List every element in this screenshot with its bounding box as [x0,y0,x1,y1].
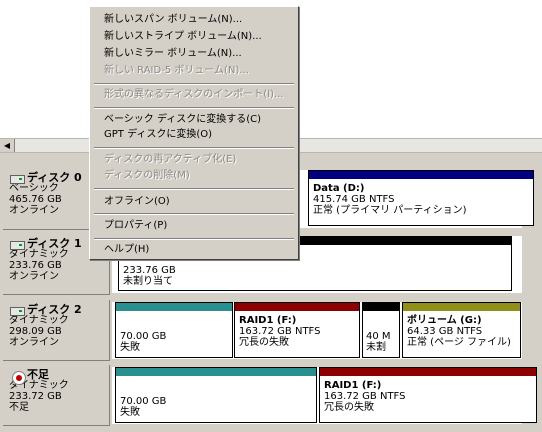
volume-text: 70.00 GB 失敗 [120,396,166,418]
menu-item-help[interactable]: ヘルプ(H) [104,244,149,256]
disk-header-missing[interactable]: 不足 ダイナミック 233.72 GB 不足 [3,365,110,426]
volume-raid1-f[interactable]: RAID1 (F:) 163.72 GB NTFS 冗長の失敗 [319,367,537,423]
menu-item-new-striped-volume[interactable]: 新しいストライプ ボリューム(N)... [104,31,262,43]
volume-name: RAID1 (F:) [239,315,297,326]
menu-separator [94,107,294,109]
volume-raid1-f[interactable]: RAID1 (F:) 163.72 GB NTFS 冗長の失敗 [234,302,360,358]
volume-status: 未割り当て [123,276,173,287]
menu-item-convert-to-gpt[interactable]: GPT ディスクに変換(O) [104,129,212,141]
context-menu: 新しいスパン ボリューム(N)... 新しいストライプ ボリューム(N)... … [89,6,299,260]
disk-status: オンライン [9,337,59,348]
menu-separator [94,83,294,85]
disk-partitions-missing: 70.00 GB 失敗 RAID1 (F:) 163.72 GB NTFS 冗長… [112,367,537,424]
volume-status: 失敗 [120,407,140,418]
volume-size: 40 M [366,331,391,342]
volume-size: 163.72 GB NTFS [324,391,406,402]
menu-item-reactivate-disk: ディスクの再アクティブ化(E) [104,154,237,165]
disk-size: 233.72 GB [9,391,62,402]
volume-data-d[interactable]: Data (D:) 415.74 GB NTFS 正常 (プライマリ パーティシ… [308,170,534,226]
volume-text: RAID1 (F:) 163.72 GB NTFS 冗長の失敗 [324,380,405,413]
volume-status: 冗長の失敗 [239,337,289,348]
volume-status: 正常 (ページ ファイル) [407,337,511,348]
volume-name: ボリューム (G:) [407,315,482,326]
volume-status: 冗長の失敗 [324,402,374,413]
disk-header-2[interactable]: ディスク 2 ダイナミック 298.09 GB オンライン [3,300,110,361]
volume-g[interactable]: ボリューム (G:) 64.33 GB NTFS 正常 (ページ ファイル) [402,302,521,358]
volume-status: 失敗 [120,342,140,353]
disk-status: オンライン [9,271,59,282]
menu-item-new-mirrored-volume[interactable]: 新しいミラー ボリューム(N)... [104,48,242,60]
volume-unallocated-small[interactable]: 40 M 未割 [362,302,400,358]
volume-color-bar [403,303,520,311]
volume-color-bar [235,303,359,311]
volume-color-bar [309,171,533,179]
volume-text: 70.00 GB 失敗 [120,331,166,353]
menu-separator [94,238,294,240]
menu-item-offline[interactable]: オフライン(O) [104,196,170,208]
disk-icon [10,241,25,250]
menu-item-new-raid5-volume: 新しい RAID-5 ボリューム(N)... [104,65,249,76]
menu-item-convert-to-basic[interactable]: ベーシック ディスクに変換する(C) [104,114,261,126]
disk-type: ダイナミック [9,315,69,326]
volume-size: 233.76 GB [123,265,176,276]
disk-name: 不足 [27,368,49,381]
volume-size: 415.74 GB NTFS [313,194,395,205]
disk-partitions-2: 70.00 GB 失敗 RAID1 (F:) 163.72 GB NTFS 冗長… [112,302,522,359]
disk-status: 不足 [9,402,29,413]
volume-size: 70.00 GB [120,331,167,342]
menu-separator [94,147,294,149]
disk-icon [10,175,25,184]
volume-failed[interactable]: 70.00 GB 失敗 [115,367,317,423]
menu-item-properties[interactable]: プロパティ(P) [104,220,167,232]
volume-text: Data (D:) 415.74 GB NTFS 正常 (プライマリ パーティシ… [313,183,467,216]
volume-color-bar [116,303,232,311]
volume-name: RAID1 (F:) [324,380,382,391]
menu-item-import-foreign-disks: 形式の異なるディスクのインポート(I)... [104,89,284,100]
volume-status: 未割 [366,342,386,353]
menu-separator [94,188,294,190]
scroll-left-button[interactable]: ◀ [0,139,15,152]
disk-row-2: ディスク 2 ダイナミック 298.09 GB オンライン 70.00 GB 失… [0,300,542,362]
volume-color-bar [320,368,536,376]
menu-item-remove-disk: ディスクの削除(M) [104,170,190,181]
disk-size: 298.09 GB [9,326,62,337]
volume-size: 163.72 GB NTFS [239,326,321,337]
volume-color-bar [363,303,399,311]
volume-failed[interactable]: 70.00 GB 失敗 [115,302,233,358]
missing-disk-icon [12,371,26,385]
disk-icon [10,307,25,316]
menu-separator [94,213,294,215]
volume-text: 233.76 GB 未割り当て [123,265,176,287]
menu-item-new-spanned-volume[interactable]: 新しいスパン ボリューム(N)... [104,14,242,26]
volume-size: 64.33 GB NTFS [407,326,483,337]
disk-name: ディスク 2 [27,303,82,316]
disk-size: 233.76 GB [9,260,62,271]
volume-color-bar [116,368,316,376]
volume-text: ボリューム (G:) 64.33 GB NTFS 正常 (ページ ファイル) [407,315,511,348]
volume-size: 70.00 GB [120,396,167,407]
volume-text: RAID1 (F:) 163.72 GB NTFS 冗長の失敗 [239,315,320,348]
volume-status: 正常 (プライマリ パーティション) [313,205,467,216]
volume-text: 40 M 未割 [366,331,391,353]
volume-name: Data (D:) [313,183,365,194]
disk-row-missing: 不足 ダイナミック 233.72 GB 不足 70.00 GB 失敗 RAID1… [0,365,542,427]
